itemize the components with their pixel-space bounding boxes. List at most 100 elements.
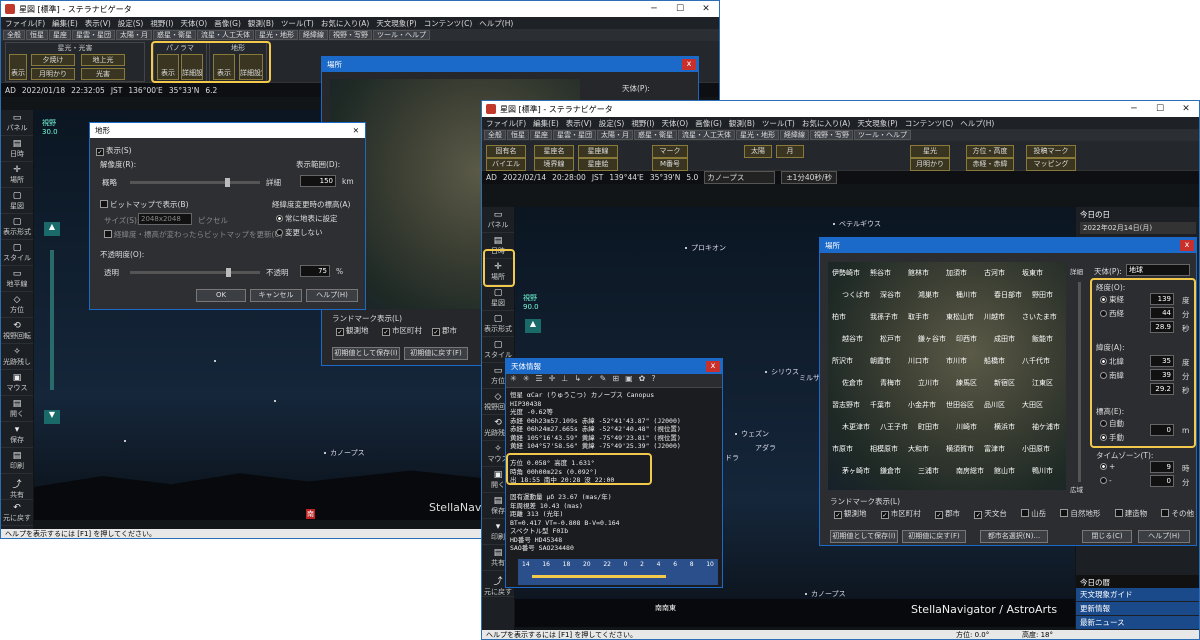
ribbon-tab[interactable]: 星光・地形 [736, 130, 779, 140]
bitmap-checkbox[interactable]: ビットマップで表示(B) [100, 199, 189, 210]
target-select[interactable]: カノープス [704, 171, 776, 184]
mapping-button[interactable]: マッピング [1026, 158, 1076, 171]
menu-item[interactable]: 観測(B) [248, 18, 274, 29]
ribbon-tab[interactable]: 経緯線 [299, 30, 328, 40]
tz-minus-radio[interactable]: - [1100, 476, 1112, 485]
star[interactable] [685, 247, 687, 249]
close-button[interactable]: ✕ [693, 4, 719, 14]
zoom-down-button[interactable]: ▼ [44, 410, 60, 424]
latitude-field[interactable]: 35°33'N [169, 86, 200, 95]
update-bitmap-checkbox[interactable]: 経緯度・標高が変わったらビットマップを更新(U) [104, 229, 283, 240]
ribbon-tab[interactable]: 太陽・月 [597, 130, 633, 140]
menu-item[interactable]: 天文現象(P) [376, 18, 416, 29]
menu-item[interactable]: コンテンツ(C) [424, 18, 473, 29]
sidebar-button[interactable]: ▢ 表示形式 [482, 311, 514, 337]
menu-item[interactable]: 設定(S) [118, 18, 144, 29]
longitude-field[interactable]: 136°00'E [128, 86, 162, 95]
ribbon-tab[interactable]: 太陽・月 [116, 30, 152, 40]
messier-button[interactable]: M番号 [652, 158, 688, 171]
location-help-button[interactable]: ヘルプ(H) [1138, 530, 1190, 543]
sidebar-button[interactable]: ⟲ 視野回転 [1, 318, 33, 344]
ribbon-tab[interactable]: ツール・ヘルプ [373, 30, 430, 40]
ribbon-tab[interactable]: 恒星 [26, 30, 48, 40]
sidebar-button[interactable]: ▤ 開く [1, 396, 33, 422]
ribbon-tab[interactable]: 星雲・星団 [553, 130, 596, 140]
menu-item[interactable]: コンテンツ(C) [905, 118, 954, 129]
terrain-ok-button[interactable]: OK [196, 289, 246, 302]
moon-button[interactable]: 月 [776, 145, 804, 158]
sidebar-button[interactable]: ▾ 保存 [1, 422, 33, 448]
const-name-button[interactable]: 星座名 [534, 145, 574, 158]
star-name-button[interactable]: 固有名 [486, 145, 526, 158]
front-save-initial-button[interactable]: 初期値として保存(I) [830, 530, 898, 543]
ribbon-tab[interactable]: 星座 [530, 130, 552, 140]
menu-item[interactable]: 編集(E) [533, 118, 559, 129]
menu-item[interactable]: ツール(T) [762, 118, 795, 129]
skyglow-display-button[interactable]: 表示 [9, 54, 27, 80]
front-location-close-button[interactable]: x [1180, 240, 1194, 251]
maximize-button[interactable]: ☐ [667, 4, 693, 14]
const-line-button[interactable]: 境界線 [534, 158, 574, 171]
minimize-button[interactable]: ─ [641, 4, 667, 14]
sidebar-button[interactable]: ◇ 方位 [1, 292, 33, 318]
zoom-up-button[interactable]: ▲ [525, 319, 541, 333]
star[interactable] [833, 223, 835, 225]
ribbon-tab[interactable]: 視野・写野 [810, 130, 853, 140]
starlight-button[interactable]: 星光 [910, 145, 950, 158]
ribbon-tab[interactable]: 惑星・衛星 [634, 130, 677, 140]
sidebar-button[interactable]: ▭ 地平線 [1, 266, 33, 292]
menu-item[interactable]: 天体(O) [180, 18, 207, 29]
tz-plus-radio[interactable]: + [1100, 462, 1115, 471]
longitude-field[interactable]: 139°44'E [609, 173, 643, 182]
back-landmark-city[interactable]: ✓ 郡市 [432, 325, 457, 336]
menu-item[interactable]: 視野(I) [631, 118, 654, 129]
landmark-checkbox[interactable]: 建造物 [1114, 508, 1147, 519]
landmark-checkbox[interactable]: ✓ 郡市 [935, 508, 960, 519]
landmark-checkbox[interactable]: 自然地形 [1060, 508, 1100, 519]
altaz-button[interactable]: 方位・高度 [966, 145, 1014, 158]
sidebar-button[interactable]: ▭ パネル [1, 110, 33, 136]
ribbon-tab[interactable]: 全般 [484, 130, 506, 140]
ground-light-button[interactable]: 地上光 [81, 54, 125, 66]
menu-item[interactable]: お気に入り(A) [321, 18, 369, 29]
opacity-slider[interactable] [130, 268, 260, 277]
maximize-button[interactable]: ☐ [1147, 104, 1173, 114]
menu-item[interactable]: お気に入り(A) [802, 118, 850, 129]
ribbon-tab[interactable]: 惑星・衛星 [153, 30, 196, 40]
range-input[interactable]: 150 [300, 175, 336, 187]
landmark-checkbox[interactable]: その他 [1161, 508, 1194, 519]
magnitude-field[interactable]: 6.2 [205, 86, 217, 95]
star[interactable] [214, 360, 216, 362]
sun-button[interactable]: 太陽 [744, 145, 772, 158]
minimize-button[interactable]: ─ [1121, 104, 1147, 114]
sidebar-button[interactable]: ▤ 日時 [1, 136, 33, 162]
sidebar-button[interactable]: ▢ 星図 [1, 188, 33, 214]
ribbon-tab[interactable]: 星光・地形 [255, 30, 298, 40]
back-location-close-button[interactable]: x [682, 59, 696, 70]
front-body-select[interactable]: 地球 [1126, 264, 1190, 276]
moonlight-button[interactable]: 月明かり [31, 68, 75, 80]
sidebar-button[interactable]: ▣ マウス [1, 370, 33, 396]
terrain-cancel-button[interactable]: キャンセル [250, 289, 302, 302]
ribbon-tab[interactable]: 視野・写野 [329, 30, 372, 40]
menu-item[interactable]: 画像(G) [214, 18, 241, 29]
sidebar-button[interactable]: ✛ 場所 [1, 162, 33, 188]
tz-min-input[interactable]: 0 [1150, 475, 1174, 487]
ribbon-tab[interactable]: ツール・ヘルプ [854, 130, 911, 140]
landmark-checkbox[interactable]: 山岳 [1021, 508, 1046, 519]
menu-item[interactable]: 天文現象(P) [857, 118, 897, 129]
sidebar-button[interactable]: ▢ 表示形式 [1, 214, 33, 240]
zoom-up-button[interactable]: ▲ [44, 222, 60, 236]
ribbon-tab[interactable]: 星座 [49, 30, 71, 40]
zoom-slider[interactable] [50, 250, 54, 390]
bayer-button[interactable]: バイエル [486, 158, 526, 171]
menu-item[interactable]: 観測(B) [729, 118, 755, 129]
back-landmark-observatory[interactable]: ✓ 観測地 [336, 325, 369, 336]
close-button[interactable]: ✕ [1173, 104, 1199, 114]
tz-hour-input[interactable]: 9 [1150, 461, 1174, 473]
latitude-field[interactable]: 35°39'N [650, 173, 681, 182]
star[interactable] [274, 400, 276, 402]
resolution-slider[interactable] [130, 178, 260, 187]
terrain-close-button[interactable]: ✕ [353, 126, 359, 135]
back-save-initial-button[interactable]: 初期値として保存(I) [332, 347, 400, 360]
